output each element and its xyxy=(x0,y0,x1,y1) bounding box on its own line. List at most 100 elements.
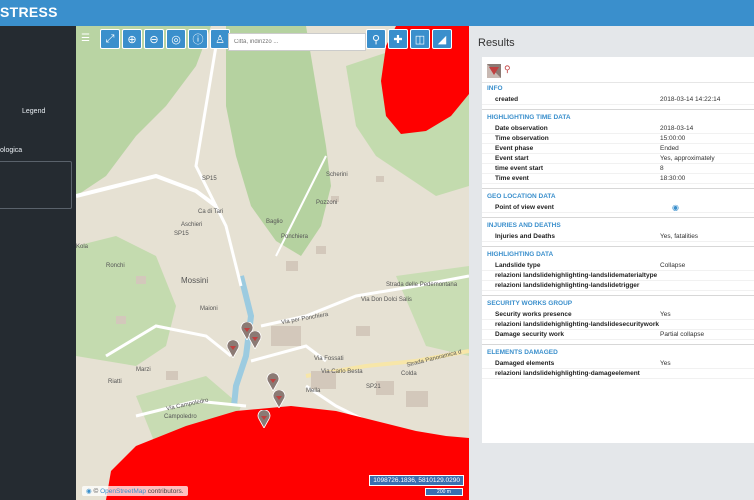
result-row: relazioni landslidehighlighting-damageel… xyxy=(482,369,754,379)
map-attribution: ◉ © OpenStreetMap contributors. xyxy=(82,486,188,496)
result-row: Damaged elements Yes xyxy=(482,359,754,369)
result-value: Yes xyxy=(660,360,671,367)
zoom-in-icon[interactable]: ⊕ xyxy=(122,29,142,49)
section-title: GEO LOCATION DATA xyxy=(487,193,556,200)
attribution-symbol: © xyxy=(93,488,99,495)
result-value: Yes xyxy=(660,311,671,318)
result-key: time event start xyxy=(495,165,544,172)
attribution-text: contributors. xyxy=(145,488,184,495)
split-view-icon[interactable]: ◫ xyxy=(410,29,430,49)
coordinates-readout: 1098726.1836, 5810129.0290 xyxy=(369,475,464,486)
map-label: Mella xyxy=(306,388,321,394)
map-base xyxy=(76,26,469,500)
section-divider xyxy=(482,295,754,296)
result-key: relazioni landslidehighlighting-landslid… xyxy=(495,282,640,289)
result-row: Event phase Ended xyxy=(482,144,754,154)
result-value xyxy=(660,271,754,280)
map-marker[interactable] xyxy=(266,373,280,391)
measure-icon[interactable]: ◢ xyxy=(432,29,452,49)
result-row: Event start Yes, approximately xyxy=(482,154,754,164)
result-key: relazioni landslidehighlighting-landslid… xyxy=(495,272,658,279)
results-title: Results xyxy=(478,37,515,49)
section-title: HIGHLIGHTING DATA xyxy=(487,251,554,258)
legend-label[interactable]: Legend xyxy=(22,108,45,115)
map-marker[interactable] xyxy=(272,390,286,408)
map-label: Ronchi xyxy=(106,263,125,269)
result-row: Time observation 15:00:00 xyxy=(482,134,754,144)
result-row: Time event 18:30:00 xyxy=(482,174,754,184)
result-value: Yes, fatalities xyxy=(660,233,699,240)
map-label: Campoledro xyxy=(164,414,197,420)
result-key: Event phase xyxy=(495,145,534,152)
result-value: 18:30:00 xyxy=(660,175,686,182)
zoom-area-icon[interactable]: ◎ xyxy=(166,29,186,49)
result-key: Event start xyxy=(495,155,529,162)
section-title: HIGHLIGHTING TIME DATA xyxy=(487,114,571,121)
zoom-out-icon[interactable]: ⊖ xyxy=(144,29,164,49)
map-marker[interactable] xyxy=(257,410,271,428)
add-layer-icon[interactable]: ✚ xyxy=(388,29,408,49)
result-key: created xyxy=(495,96,519,103)
map-label: Scherini xyxy=(326,172,348,178)
landslide-icon xyxy=(487,64,501,78)
result-value xyxy=(660,320,754,329)
result-value: 15:00:00 xyxy=(660,135,686,142)
section-divider xyxy=(482,109,754,110)
section-divider xyxy=(482,246,754,247)
map-view[interactable]: ☰ ⤢ ⊕ ⊖ ◎ ⓘ ♙ ⚲ ✚ ◫ ◢ SP15 SP15 SP21 Ca … xyxy=(76,26,469,500)
result-row: time event start 8 xyxy=(482,164,754,174)
map-label: Riatti xyxy=(108,379,122,385)
app-brand: STRESS xyxy=(0,4,58,20)
layer-panel[interactable] xyxy=(0,161,72,209)
result-row: Security works presence Yes xyxy=(482,310,754,320)
result-key: relazioni landslidehighlighting-landslid… xyxy=(495,321,659,328)
layer-label[interactable]: ologica xyxy=(0,147,22,154)
result-key: Date observation xyxy=(495,125,548,132)
street-view-icon[interactable]: ♙ xyxy=(210,29,230,49)
zoom-extent-icon[interactable]: ⤢ xyxy=(100,29,120,49)
map-marker[interactable] xyxy=(226,340,240,358)
search-input[interactable] xyxy=(228,33,366,51)
result-value xyxy=(660,369,754,378)
result-row: Date observation 2018-03-14 xyxy=(482,124,754,134)
map-label: Via Carlo Besta xyxy=(321,369,363,375)
result-row: Landslide type Collapse xyxy=(482,261,754,271)
result-row: relazioni landslidehighlighting-landslid… xyxy=(482,271,754,281)
left-sidebar: Legend ologica xyxy=(0,26,76,500)
map-label: Pozzoni xyxy=(316,200,338,206)
result-value: Collapse xyxy=(660,262,686,269)
result-value: Yes, approximately xyxy=(660,155,715,162)
map-label: SP15 xyxy=(174,231,189,237)
result-row: Injuries and Deaths Yes, fatalities xyxy=(482,232,754,242)
info-icon[interactable]: ⓘ xyxy=(188,29,208,49)
section-divider xyxy=(482,188,754,189)
map-label: Maioni xyxy=(200,306,218,312)
result-key: Damage security work xyxy=(495,331,565,338)
result-value: Ended xyxy=(660,145,679,152)
map-label: Ponchiera xyxy=(281,234,309,240)
eye-icon[interactable]: ◉ xyxy=(672,203,679,212)
result-key: Point of view event xyxy=(495,204,554,211)
section-title: SECURITY WORKS GROUP xyxy=(487,300,573,307)
search-icon[interactable]: ⚲ xyxy=(366,29,386,49)
result-value: Partial collapse xyxy=(660,331,705,338)
map-marker[interactable] xyxy=(248,331,262,349)
result-key: Time observation xyxy=(495,135,549,142)
osm-link[interactable]: OpenStreetMap xyxy=(100,488,146,495)
menu-icon[interactable]: ☰ xyxy=(81,33,90,44)
section-divider xyxy=(482,217,754,218)
result-key: Security works presence xyxy=(495,311,572,318)
results-header: ⚲ xyxy=(482,57,754,83)
result-value: 2018-03-14 xyxy=(660,125,694,132)
result-row: relazioni landslidehighlighting-landslid… xyxy=(482,281,754,291)
top-bar: STRESS xyxy=(0,0,754,26)
section-title: INFO xyxy=(487,85,503,92)
result-row: relazioni landslidehighlighting-landslid… xyxy=(482,320,754,330)
map-pin-icon[interactable]: ⚲ xyxy=(504,64,511,75)
result-key: Injuries and Deaths xyxy=(495,233,555,240)
map-label: Marzi xyxy=(136,367,151,373)
map-label: SP21 xyxy=(366,384,381,390)
map-label: Mossini xyxy=(181,276,209,285)
result-key: Damaged elements xyxy=(495,360,555,367)
result-key: relazioni landslidehighlighting-damageel… xyxy=(495,370,640,377)
